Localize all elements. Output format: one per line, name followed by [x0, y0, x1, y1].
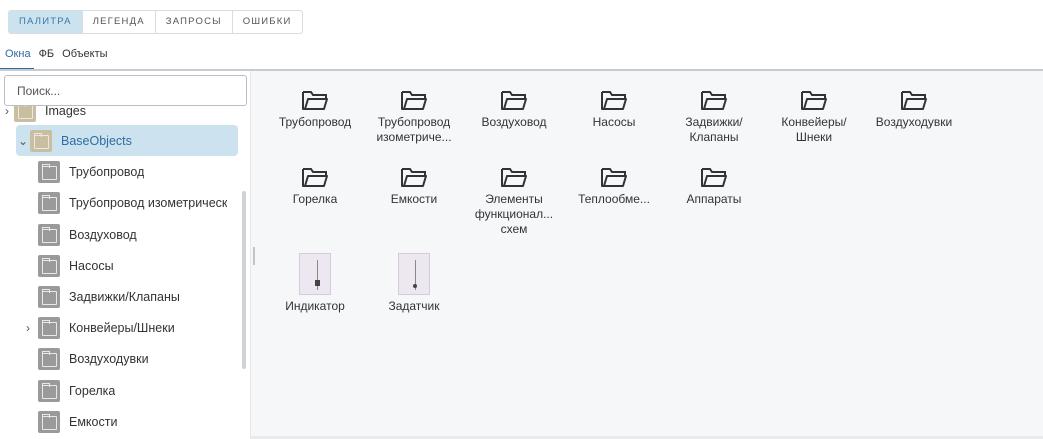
folder-icon — [38, 191, 60, 214]
folder-icon — [38, 160, 60, 183]
folder-icon — [401, 91, 427, 110]
palette-folder[interactable]: Насосы — [564, 89, 664, 130]
folder-icon — [38, 254, 60, 277]
folder-icon — [38, 285, 60, 308]
folder-icon — [38, 410, 60, 433]
tab-windows[interactable]: Окна — [0, 44, 34, 70]
palette-folder[interactable]: Воздуховод — [464, 89, 564, 130]
folder-label: Элементы функционал... схем — [474, 192, 554, 236]
panel-splitter[interactable] — [253, 247, 255, 265]
folder-icon — [501, 91, 527, 110]
folder-label: Воздуховод — [481, 115, 547, 129]
tab-palette[interactable]: ПАЛИТРА — [9, 11, 83, 33]
tab-queries[interactable]: ЗАПРОСЫ — [156, 11, 233, 33]
palette-folder[interactable]: Горелка — [265, 166, 365, 207]
folder-icon — [901, 91, 927, 110]
search-input[interactable] — [4, 75, 247, 106]
folder-icon — [501, 168, 527, 187]
folder-label: Насосы — [592, 115, 636, 129]
folder-label: Теплообме... — [578, 192, 650, 206]
folder-label: Задвижки/Клапаны — [685, 115, 743, 144]
folder-icon — [601, 168, 627, 187]
tab-objects[interactable]: Объекты — [57, 44, 110, 70]
tree-item-label: Конвейеры/Шнеки — [69, 320, 175, 335]
tab-legend[interactable]: ЛЕГЕНДА — [83, 11, 156, 33]
sub-tab-bar: Окна ФБ Объекты — [0, 44, 111, 70]
tree-item-label: Воздуходувки — [69, 351, 149, 366]
object-label: Индикатор — [285, 299, 345, 313]
tree-item[interactable]: Задвижки/Клапаны — [24, 281, 248, 312]
tree-item-label: Трубопровод изометрическ — [69, 195, 228, 210]
tree-item-label: Насосы — [69, 258, 114, 273]
tree-item-label: Задвижки/Клапаны — [69, 289, 180, 304]
folder-label: Аппараты — [686, 192, 742, 206]
folder-label: Трубопровод изометриче... — [376, 115, 452, 144]
tab-errors[interactable]: ОШИБКИ — [233, 11, 302, 33]
folder-icon — [38, 347, 60, 370]
palette-folder[interactable]: Емкости — [364, 166, 464, 207]
folder-label: Емкости — [390, 192, 438, 206]
palette-folder[interactable]: Аппараты — [664, 166, 764, 207]
tree-item[interactable]: Воздуховод — [24, 219, 248, 250]
tree-item-baseobjects[interactable]: ⌄ BaseObjects — [16, 125, 238, 156]
folder-label: Воздуходувки — [875, 115, 953, 129]
folder-icon — [701, 91, 727, 110]
folder-label: Конвейеры/Шнеки — [781, 115, 847, 144]
folder-icon — [38, 379, 60, 402]
palette-folder[interactable]: Теплообме... — [564, 166, 664, 207]
palette-folder[interactable]: Элементы функционал... схем — [464, 166, 564, 237]
tree-item-label: Воздуховод — [69, 227, 137, 242]
tree-item-label: BaseObjects — [61, 133, 132, 148]
setter-icon — [398, 253, 430, 295]
palette-window: ПАЛИТРА ЛЕГЕНДА ЗАПРОСЫ ОШИБКИ Окна ФБ О… — [0, 0, 1043, 439]
tree-item-label: Емкости — [69, 414, 118, 429]
folder-icon — [38, 316, 60, 339]
chevron-down-icon[interactable]: ⌄ — [16, 134, 30, 148]
folder-label: Трубопровод — [278, 115, 352, 129]
palette-folder[interactable]: Задвижки/Клапаны — [664, 89, 764, 145]
object-label: Задатчик — [388, 299, 440, 313]
tree-item[interactable]: Емкости — [24, 406, 248, 437]
folder-icon — [801, 91, 827, 110]
folder-icon — [38, 223, 60, 246]
tab-fb[interactable]: ФБ — [34, 44, 58, 70]
palette-folder[interactable]: Конвейеры/Шнеки — [764, 89, 864, 145]
tree-item[interactable]: Трубопровод — [24, 156, 248, 187]
tree-item[interactable]: Горелка — [24, 375, 248, 406]
folder-icon — [30, 129, 52, 152]
folder-label: Горелка — [292, 192, 338, 206]
tree-scrollbar[interactable] — [242, 191, 246, 369]
folder-icon — [302, 91, 328, 110]
tree-item[interactable]: Трубопровод изометрическ — [24, 187, 238, 218]
indicator-icon — [299, 253, 331, 295]
tree-item[interactable]: Воздуходувки — [24, 343, 248, 374]
palette-object-indicator[interactable]: Индикатор — [265, 253, 365, 314]
palette-folder[interactable]: Воздуходувки — [864, 89, 964, 130]
folder-icon — [302, 168, 328, 187]
folder-icon — [701, 168, 727, 187]
tree-item-label: Трубопровод — [69, 164, 145, 179]
tree-item[interactable]: › Конвейеры/Шнеки — [18, 312, 248, 343]
tree-item[interactable]: Насосы — [24, 250, 248, 281]
tree-panel: › Images ⌄ BaseObjects Трубопровод Трубо… — [0, 71, 248, 439]
tree-item-label: Горелка — [69, 383, 116, 398]
palette-object-setter[interactable]: Задатчик — [364, 253, 464, 314]
top-tab-bar: ПАЛИТРА ЛЕГЕНДА ЗАПРОСЫ ОШИБКИ — [8, 10, 303, 34]
folder-icon — [601, 91, 627, 110]
chevron-right-icon[interactable]: › — [18, 321, 38, 335]
folder-icon — [401, 168, 427, 187]
palette-folder[interactable]: Трубопровод изометриче... — [364, 89, 464, 145]
palette-folder[interactable]: Трубопровод — [265, 89, 365, 130]
